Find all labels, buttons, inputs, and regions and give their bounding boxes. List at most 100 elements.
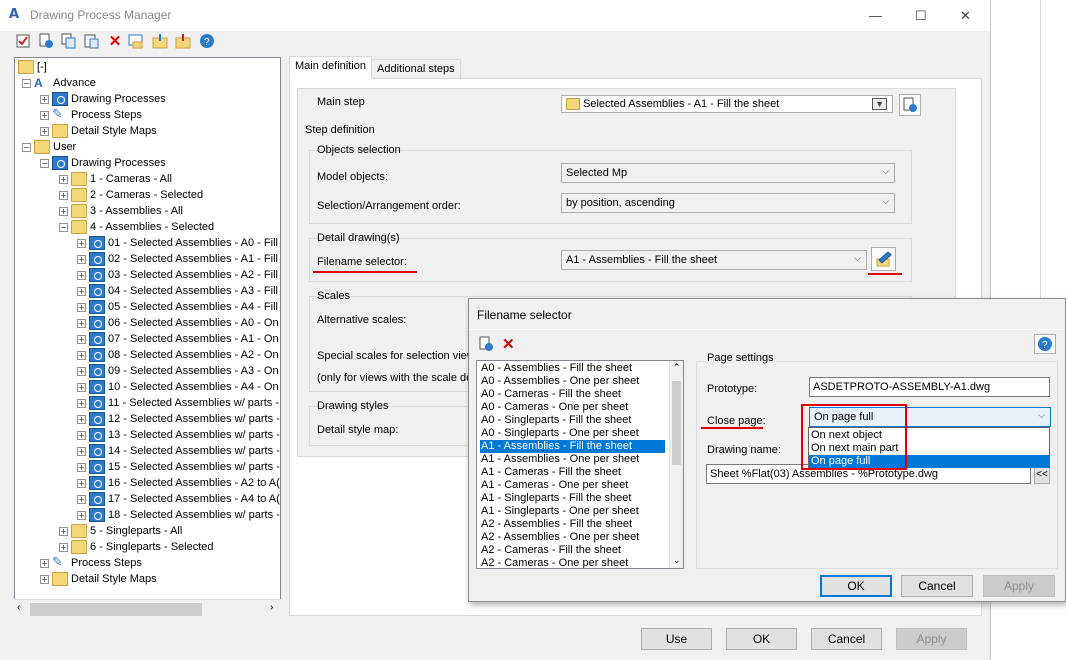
expand-icon[interactable]: + bbox=[40, 110, 49, 120]
list-item[interactable]: A1 - Singleparts - One per sheet bbox=[480, 505, 665, 518]
paste-icon[interactable] bbox=[84, 33, 100, 49]
tree-node-user[interactable]: − User bbox=[22, 139, 76, 155]
scrollbar-thumb[interactable] bbox=[672, 381, 681, 465]
expand-icon[interactable]: + bbox=[77, 414, 86, 424]
close-window-button[interactable]: ✕ bbox=[960, 8, 971, 24]
tree-folder[interactable]: + 3 - Assemblies - All bbox=[59, 203, 183, 219]
properties-icon[interactable] bbox=[128, 33, 144, 49]
main-step-combo[interactable]: Selected Assemblies - A1 - Fill the shee… bbox=[561, 95, 893, 113]
tree-process-item[interactable]: +13 - Selected Assemblies w/ parts - bbox=[77, 427, 280, 443]
expand-icon[interactable]: + bbox=[77, 430, 86, 440]
checkbox-icon[interactable] bbox=[15, 33, 31, 49]
delete-icon[interactable]: ✕ bbox=[107, 33, 123, 50]
help-button[interactable]: ? bbox=[1034, 334, 1056, 354]
tree-process-item[interactable]: +03 - Selected Assemblies - A2 - Fill bbox=[77, 267, 278, 283]
selection-order-combo[interactable]: by position, ascending ⌵ bbox=[561, 193, 895, 213]
expand-icon[interactable]: + bbox=[77, 366, 86, 376]
dropdown-arrow-icon[interactable]: ▼ bbox=[872, 98, 887, 110]
scroll-left-icon[interactable]: ‹ bbox=[17, 602, 20, 613]
dialog-apply-button[interactable]: Apply bbox=[983, 575, 1055, 597]
expand-icon[interactable]: + bbox=[40, 94, 49, 104]
tree-folder[interactable]: + 5 - Singleparts - All bbox=[59, 523, 182, 539]
model-objects-combo[interactable]: Selected Mp ⌵ bbox=[561, 163, 895, 183]
tree-node-advance-drawing-processes[interactable]: + Drawing Processes bbox=[40, 91, 166, 107]
expand-icon[interactable]: + bbox=[59, 174, 68, 184]
list-item[interactable]: A0 - Assemblies - Fill the sheet bbox=[480, 362, 665, 375]
prototype-field[interactable]: ASDETPROTO-ASSEMBLY-A1.dwg bbox=[809, 377, 1050, 397]
expand-icon[interactable]: + bbox=[40, 558, 49, 568]
list-item[interactable]: A2 - Assemblies - One per sheet bbox=[480, 531, 665, 544]
expand-icon[interactable]: + bbox=[40, 574, 49, 584]
scroll-right-icon[interactable]: › bbox=[270, 602, 273, 613]
expand-icon[interactable]: + bbox=[59, 542, 68, 552]
collapse-icon[interactable]: − bbox=[22, 78, 31, 88]
list-item[interactable]: A1 - Assemblies - One per sheet bbox=[480, 453, 665, 466]
expand-icon[interactable]: + bbox=[77, 254, 86, 264]
tree-node-user-drawing-processes[interactable]: − Drawing Processes bbox=[40, 155, 166, 171]
tree-process-item[interactable]: +12 - Selected Assemblies w/ parts - bbox=[77, 411, 280, 427]
new-step-button[interactable] bbox=[899, 94, 921, 116]
list-item-selected[interactable]: A1 - Assemblies - Fill the sheet bbox=[480, 440, 665, 453]
use-button[interactable]: Use bbox=[641, 628, 712, 650]
tree-process-item[interactable]: +09 - Selected Assemblies - A3 - On bbox=[77, 363, 279, 379]
tree-process-item[interactable]: +02 - Selected Assemblies - A1 - Fill bbox=[77, 251, 278, 267]
new-icon[interactable] bbox=[38, 33, 54, 49]
list-item[interactable]: A1 - Singleparts - Fill the sheet bbox=[480, 492, 665, 505]
cancel-button[interactable]: Cancel bbox=[811, 628, 882, 650]
list-item[interactable]: A2 - Cameras - Fill the sheet bbox=[480, 544, 665, 557]
tree-process-item[interactable]: +08 - Selected Assemblies - A2 - On bbox=[77, 347, 279, 363]
tree-process-item[interactable]: +11 - Selected Assemblies w/ parts - bbox=[77, 395, 279, 411]
import-icon[interactable] bbox=[152, 33, 168, 49]
tree-process-item[interactable]: +18 - Selected Assemblies w/ parts - bbox=[77, 507, 280, 523]
expand-icon[interactable]: + bbox=[77, 350, 86, 360]
tree-process-item[interactable]: +04 - Selected Assemblies - A3 - Fill bbox=[77, 283, 278, 299]
tree-folder[interactable]: + 1 - Cameras - All bbox=[59, 171, 172, 187]
tree-node-advance-detail-style-maps[interactable]: + Detail Style Maps bbox=[40, 123, 157, 139]
tab-additional-steps[interactable]: Additional steps bbox=[371, 59, 461, 80]
maximize-button[interactable]: ☐ bbox=[915, 8, 927, 24]
filename-selector-edit-button[interactable] bbox=[871, 247, 896, 271]
list-item[interactable]: A1 - Cameras - Fill the sheet bbox=[480, 466, 665, 479]
list-item[interactable]: A0 - Assemblies - One per sheet bbox=[480, 375, 665, 388]
tree-process-item[interactable]: +15 - Selected Assemblies w/ parts - bbox=[77, 459, 280, 475]
process-tree[interactable]: [-] − A Advance + Drawing Processes + ✎ … bbox=[14, 57, 281, 619]
tree-folder[interactable]: + 2 - Cameras - Selected bbox=[59, 187, 203, 203]
tree-process-item[interactable]: +05 - Selected Assemblies - A4 - Fill bbox=[77, 299, 278, 315]
expand-icon[interactable]: + bbox=[77, 318, 86, 328]
expand-icon[interactable]: + bbox=[77, 446, 86, 456]
list-item[interactable]: A0 - Singleparts - One per sheet bbox=[480, 427, 665, 440]
list-item[interactable]: A0 - Cameras - One per sheet bbox=[480, 401, 665, 414]
expand-icon[interactable]: + bbox=[77, 286, 86, 296]
expand-icon[interactable]: + bbox=[77, 238, 86, 248]
filename-selector-combo[interactable]: A1 - Assemblies - Fill the sheet ⌵ bbox=[561, 250, 867, 270]
list-vertical-scrollbar[interactable]: ⌃ ⌄ bbox=[669, 361, 683, 568]
expand-icon[interactable]: + bbox=[77, 510, 86, 520]
tree-process-item[interactable]: +01 - Selected Assemblies - A0 - Fill bbox=[77, 235, 278, 251]
tree-node-user-detail-style-maps[interactable]: + Detail Style Maps bbox=[40, 571, 157, 587]
minimize-button[interactable]: — bbox=[869, 8, 882, 23]
delete-icon[interactable]: ✕ bbox=[502, 335, 515, 353]
expand-icon[interactable]: + bbox=[77, 302, 86, 312]
help-icon[interactable]: ? bbox=[199, 33, 215, 49]
expand-icon[interactable]: + bbox=[59, 206, 68, 216]
collapse-icon[interactable]: − bbox=[22, 142, 31, 152]
expand-icon[interactable]: + bbox=[77, 494, 86, 504]
expand-icon[interactable]: + bbox=[77, 382, 86, 392]
expand-icon[interactable]: + bbox=[59, 526, 68, 536]
list-item[interactable]: A2 - Assemblies - Fill the sheet bbox=[480, 518, 665, 531]
tree-node-user-process-steps[interactable]: + ✎ Process Steps bbox=[40, 555, 142, 571]
dialog-ok-button[interactable]: OK bbox=[820, 575, 892, 597]
filename-list[interactable]: A0 - Assemblies - Fill the sheet A0 - Ass… bbox=[476, 360, 684, 569]
list-item[interactable]: A1 - Cameras - One per sheet bbox=[480, 479, 665, 492]
tree-process-item[interactable]: +16 - Selected Assemblies - A2 to A( bbox=[77, 475, 280, 491]
scrollbar-thumb[interactable] bbox=[30, 603, 202, 616]
expand-icon[interactable]: + bbox=[77, 334, 86, 344]
copy-icon[interactable] bbox=[61, 33, 77, 49]
new-filename-icon[interactable] bbox=[478, 336, 494, 355]
tree-node-advance-process-steps[interactable]: + ✎ Process Steps bbox=[40, 107, 142, 123]
expand-icon[interactable]: + bbox=[59, 190, 68, 200]
collapse-icon[interactable]: − bbox=[59, 222, 68, 232]
expand-icon[interactable]: + bbox=[40, 126, 49, 136]
tree-process-item[interactable]: +14 - Selected Assemblies w/ parts - bbox=[77, 443, 280, 459]
apply-button[interactable]: Apply bbox=[896, 628, 967, 650]
